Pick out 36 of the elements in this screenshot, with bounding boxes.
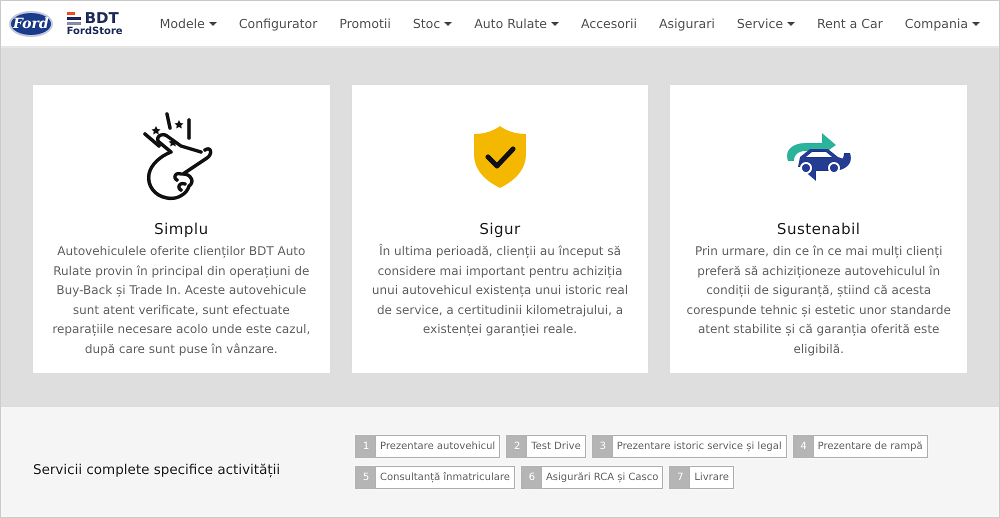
nav-link[interactable]: Accesorii — [570, 16, 648, 31]
step-number: 4 — [794, 436, 814, 457]
nav-link[interactable]: Compania — [894, 16, 991, 31]
store-name: BDT — [84, 10, 119, 26]
step-label: Livrare — [693, 471, 730, 485]
step-label: Consultanță înmatriculare — [379, 471, 511, 485]
step-label: Prezentare autovehicul — [379, 440, 496, 454]
store-subtitle: FordStore — [66, 26, 123, 37]
step-label: Prezentare istoric service și legal — [616, 440, 783, 454]
step-number: 2 — [507, 436, 528, 457]
step-number: 1 — [356, 436, 376, 457]
shield-check-icon — [472, 124, 528, 190]
step-label: Prezentare de rampă — [816, 440, 924, 454]
nav-link[interactable]: Rent a Car — [806, 16, 894, 31]
step-label: Test Drive — [530, 440, 582, 454]
brand-logo[interactable]: Ford — [9, 10, 53, 36]
nav-link[interactable]: Asigurari — [648, 16, 726, 31]
feature-description: Autovehiculele oferite clienților BDT Auto Rulate provin în principal din operațiuni de Buy-Back și Trade In. Aceste autovehicule sunt atent verificate, sunt efectuate reparațiile necesare acolo unde este cazul, după care sunt puse în vânzare. — [51, 243, 312, 358]
services-title: Servicii complete specifice activității — [33, 462, 282, 478]
nav-link[interactable]: Configurator — [228, 16, 328, 31]
step-number: 6 — [522, 467, 542, 488]
bars-icon — [66, 12, 81, 24]
nav-link[interactable]: Promotii — [328, 16, 402, 31]
nav-link[interactable]: Modele — [148, 16, 228, 31]
nav-link[interactable]: Auto Rulate — [463, 16, 570, 31]
step-number: 3 — [592, 436, 613, 457]
feature-description: Prin urmare, din ce în ce mai mulți clienți preferă să achiziționeze autovehiculul în condiții de siguranță, știind că acesta corespunde tehnic și estetic unor standarde atent stabilite și că garanția oferită este eligibilă. — [685, 243, 952, 358]
step-label: Asigurări RCA și Casco — [544, 471, 660, 485]
nav-link[interactable]: Stoc — [402, 16, 464, 31]
nav-link[interactable]: Service — [726, 16, 806, 31]
step-number: 7 — [670, 467, 690, 488]
feature-title: Simplu — [154, 220, 209, 238]
feature-description: În ultima perioadă, clienții au început să considere mai important pentru achiziția unui autovehicul existența unui istoric real de service, a certitudinii kilometrajului, a existenței garanției reale. — [370, 242, 630, 338]
feature-title: Sustenabil — [776, 220, 860, 238]
feature-title: Sigur — [479, 220, 521, 238]
step-number: 5 — [356, 467, 376, 488]
